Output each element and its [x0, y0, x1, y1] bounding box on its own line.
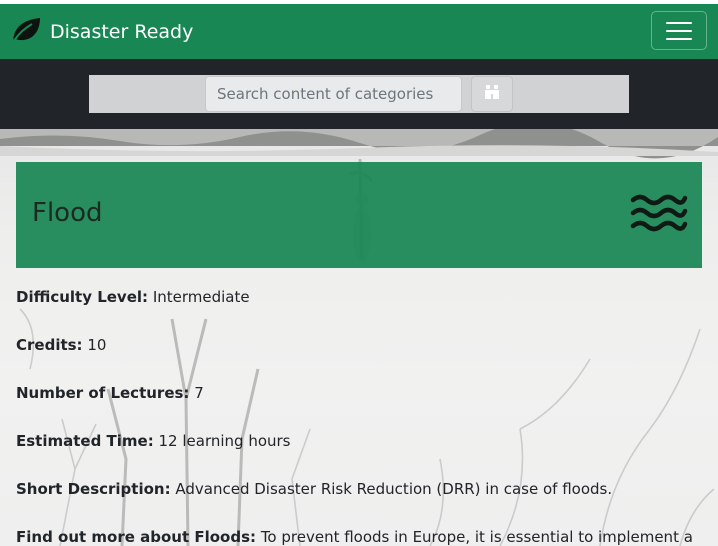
search-form — [89, 75, 629, 113]
field-value: 7 — [194, 384, 204, 402]
binoculars-icon — [484, 85, 500, 103]
brand-name: Disaster Ready — [50, 20, 194, 43]
category-header: Flood — [16, 162, 702, 268]
menu-toggle-button[interactable] — [651, 11, 707, 50]
category-title: Flood — [32, 198, 103, 228]
field-label: Number of Lectures: — [16, 384, 190, 402]
water-waves-icon — [630, 194, 688, 238]
field-value: 12 learning hours — [158, 432, 291, 450]
field-value: Advanced Disaster Risk Reduction (DRR) i… — [175, 480, 613, 498]
hamburger-menu-icon — [666, 21, 692, 24]
field-label: Find out more about Floods: — [16, 528, 257, 546]
field-label: Estimated Time: — [16, 432, 154, 450]
navbar: Disaster Ready — [0, 4, 718, 59]
field-value: Intermediate — [152, 288, 250, 306]
find-out-more: Find out more about Floods: To prevent f… — [16, 528, 693, 546]
brand-link[interactable]: Disaster Ready — [10, 16, 193, 48]
search-button[interactable] — [471, 76, 513, 112]
field-label: Credits: — [16, 336, 83, 354]
field-label: Difficulty Level: — [16, 288, 149, 306]
difficulty-level: Difficulty Level: Intermediate — [16, 288, 250, 306]
leaf-icon — [10, 16, 42, 48]
search-bar — [0, 59, 718, 129]
search-input[interactable] — [205, 76, 462, 112]
field-label: Short Description: — [16, 480, 171, 498]
field-value: 10 — [87, 336, 107, 354]
category-page: Flood Difficulty Level: Intermediate Cre… — [0, 129, 718, 546]
number-of-lectures: Number of Lectures: 7 — [16, 384, 204, 402]
credits: Credits: 10 — [16, 336, 106, 354]
short-description: Short Description: Advanced Disaster Ris… — [16, 480, 612, 498]
field-value: To prevent floods in Europe, it is essen… — [260, 528, 693, 546]
estimated-time: Estimated Time: 12 learning hours — [16, 432, 291, 450]
